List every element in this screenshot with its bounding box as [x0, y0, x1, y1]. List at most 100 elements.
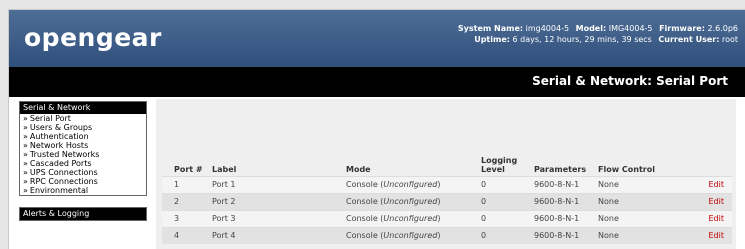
title-bar: Serial & Network: Serial Port: [9, 67, 745, 97]
edit-link[interactable]: Edit: [709, 180, 725, 189]
header-flow-control: Flow Control: [598, 164, 655, 174]
nav-group-serial-network: Serial & Network » Serial Port » Users & G…: [19, 101, 147, 196]
sidebar-item-label: Serial Port: [29, 114, 71, 123]
table-row: 4 Port 4 Console (Unconfigured) 0 9600-8…: [162, 226, 732, 244]
serial-ports-table: Port # Label Mode Logging Level Paramete…: [162, 151, 732, 244]
mode-text: Console (: [346, 231, 384, 241]
sidebar-item-rpc-connections[interactable]: » RPC Connections: [20, 177, 146, 186]
cell-label: Port 3: [212, 209, 346, 227]
sidebar-item-users-groups[interactable]: » Users & Groups: [20, 123, 146, 132]
model-label: Model:: [575, 24, 607, 33]
cell-parameters: 9600-8-N-1: [534, 192, 598, 210]
sidebar-item-environmental[interactable]: » Environmental: [20, 186, 146, 195]
cell-edit: Edit: [678, 226, 732, 244]
system-info-line-1: System Name: img4004-5 Model: IMG4004-5 …: [458, 23, 738, 34]
edit-link[interactable]: Edit: [709, 214, 725, 223]
bullet-icon: »: [23, 150, 28, 159]
mode-state: Unconfigured: [383, 197, 438, 206]
mode-close: ): [437, 231, 441, 241]
bullet-icon: »: [23, 123, 28, 132]
table-row: 1 Port 1 Console (Unconfigured) 0 9600-8…: [162, 175, 732, 193]
uptime-label: Uptime:: [474, 35, 510, 44]
cell-parameters: 9600-8-N-1: [534, 209, 598, 227]
edit-link[interactable]: Edit: [709, 231, 725, 240]
sidebar-item-label: Environmental: [29, 186, 89, 195]
mode-text: Console (: [346, 180, 384, 189]
cell-mode: Console (Unconfigured): [346, 226, 481, 244]
cell-flow-control: None: [598, 226, 678, 244]
header-band: opengear System Name: img4004-5 Model: I…: [9, 10, 745, 67]
cell-logging-level: 0: [481, 175, 534, 193]
page-frame: opengear System Name: img4004-5 Model: I…: [8, 9, 745, 249]
sidebar-item-network-hosts[interactable]: » Network Hosts: [20, 141, 146, 150]
cell-label: Port 2: [212, 192, 346, 210]
table-header-row: Port # Label Mode Logging Level Paramete…: [162, 151, 732, 176]
sidebar-item-serial-port[interactable]: » Serial Port: [20, 114, 146, 123]
page-title: Serial & Network: Serial Port: [532, 74, 728, 88]
cell-edit: Edit: [678, 192, 732, 210]
sidebar-item-trusted-networks[interactable]: » Trusted Networks: [20, 150, 146, 159]
cell-port: 3: [162, 209, 212, 227]
uptime-value: 6 days, 12 hours, 29 mins, 39 secs: [512, 35, 652, 44]
bullet-icon: »: [23, 114, 28, 123]
header-port: Port #: [174, 164, 203, 174]
mode-close: ): [437, 214, 441, 223]
model-value: IMG4004-5: [608, 24, 653, 33]
sidebar-item-label: Authentication: [29, 132, 89, 141]
cell-flow-control: None: [598, 209, 678, 227]
table-row: 3 Port 3 Console (Unconfigured) 0 9600-8…: [162, 209, 732, 227]
sidebar-item-label: Trusted Networks: [29, 150, 100, 159]
cell-mode: Console (Unconfigured): [346, 209, 481, 227]
firmware-label: Firmware:: [659, 24, 705, 33]
mode-state: Unconfigured: [383, 180, 438, 189]
cell-flow-control: None: [598, 175, 678, 193]
system-info-line-2: Uptime: 6 days, 12 hours, 29 mins, 39 se…: [458, 34, 738, 45]
header-label: Label: [212, 164, 237, 174]
system-info: System Name: img4004-5 Model: IMG4004-5 …: [458, 23, 738, 45]
sidebar-item-authentication[interactable]: » Authentication: [20, 132, 146, 141]
cell-parameters: 9600-8-N-1: [534, 226, 598, 244]
cell-label: Port 4: [212, 226, 346, 244]
bullet-icon: »: [23, 177, 28, 186]
bullet-icon: »: [23, 141, 28, 150]
bullet-icon: »: [23, 186, 28, 195]
sidebar-item-cascaded-ports[interactable]: » Cascaded Ports: [20, 159, 146, 168]
sidebar-item-label: Cascaded Ports: [29, 159, 92, 168]
cell-logging-level: 0: [481, 209, 534, 227]
sidebar-item-ups-connections[interactable]: » UPS Connections: [20, 168, 146, 177]
mode-text: Console (: [346, 197, 384, 206]
edit-link[interactable]: Edit: [709, 197, 725, 206]
nav-group-alerts-logging: Alerts & Logging: [19, 207, 147, 221]
mode-close: ): [437, 180, 441, 189]
sidebar-item-label: Network Hosts: [29, 141, 89, 150]
nav-group-title: Alerts & Logging: [20, 208, 146, 220]
nav-group-title: Serial & Network: [20, 102, 146, 114]
mode-text: Console (: [346, 214, 384, 223]
cell-logging-level: 0: [481, 192, 534, 210]
cell-logging-level: 0: [481, 226, 534, 244]
cell-parameters: 9600-8-N-1: [534, 175, 598, 193]
bullet-icon: »: [23, 168, 28, 177]
current-user-label: Current User:: [658, 35, 720, 44]
cell-label: Port 1: [212, 175, 346, 193]
cell-mode: Console (Unconfigured): [346, 192, 481, 210]
cell-port: 4: [162, 226, 212, 244]
sidebar: Serial & Network » Serial Port » Users & G…: [19, 101, 147, 221]
system-name-label: System Name:: [457, 24, 524, 33]
cell-flow-control: None: [598, 192, 678, 210]
opengear-logo[interactable]: opengear: [24, 23, 162, 52]
cell-mode: Console (Unconfigured): [346, 175, 481, 193]
sidebar-item-label: RPC Connections: [29, 177, 98, 186]
bullet-icon: »: [23, 159, 28, 168]
table-row: 2 Port 2 Console (Unconfigured) 0 9600-8…: [162, 192, 732, 210]
sidebar-item-label: UPS Connections: [29, 168, 98, 177]
cell-port: 2: [162, 192, 212, 210]
cell-edit: Edit: [678, 175, 732, 193]
content-panel: Port # Label Mode Logging Level Paramete…: [156, 99, 736, 249]
header-logging-level: Logging Level: [481, 155, 518, 174]
bullet-icon: »: [23, 132, 28, 141]
header-parameters: Parameters: [534, 164, 587, 174]
system-name-value: img4004-5: [525, 24, 570, 33]
mode-state: Unconfigured: [383, 214, 438, 223]
mode-state: Unconfigured: [383, 231, 438, 241]
